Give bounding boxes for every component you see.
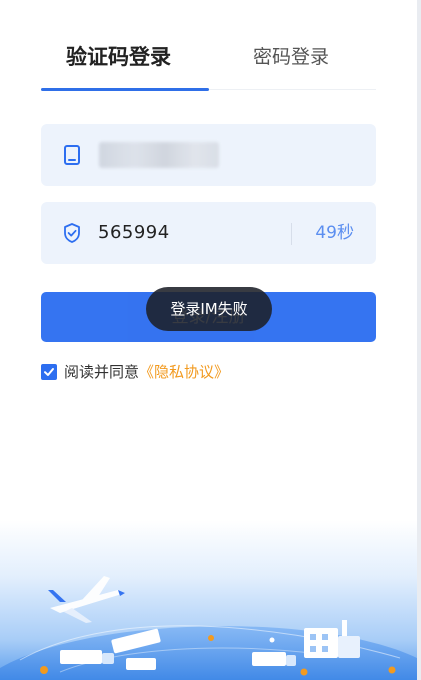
verification-code-field[interactable]: 565994 49秒 <box>41 202 376 264</box>
active-tab-indicator <box>41 88 209 91</box>
agreement-row: 阅读并同意 《隐私协议》 <box>41 362 229 382</box>
shield-check-icon <box>64 223 80 243</box>
login-tabs: 验证码登录 密码登录 <box>41 38 376 91</box>
toast-message: 登录IM失败 <box>146 287 272 331</box>
privacy-policy-link[interactable]: 《隐私协议》 <box>139 362 229 382</box>
checkmark-icon <box>44 368 54 376</box>
tab-sms-login[interactable]: 验证码登录 <box>66 42 171 72</box>
right-edge-strip <box>417 0 421 680</box>
agreement-checkbox[interactable] <box>41 364 57 380</box>
phone-icon <box>64 145 80 165</box>
phone-field[interactable] <box>41 124 376 186</box>
tab-password-login[interactable]: 密码登录 <box>253 42 329 72</box>
verification-code-value[interactable]: 565994 <box>98 221 170 245</box>
phone-number-masked <box>99 142 219 168</box>
field-divider <box>291 223 292 245</box>
logistics-illustration <box>0 520 417 680</box>
resend-countdown[interactable]: 49秒 <box>315 222 354 244</box>
agreement-text: 阅读并同意 <box>64 363 140 381</box>
